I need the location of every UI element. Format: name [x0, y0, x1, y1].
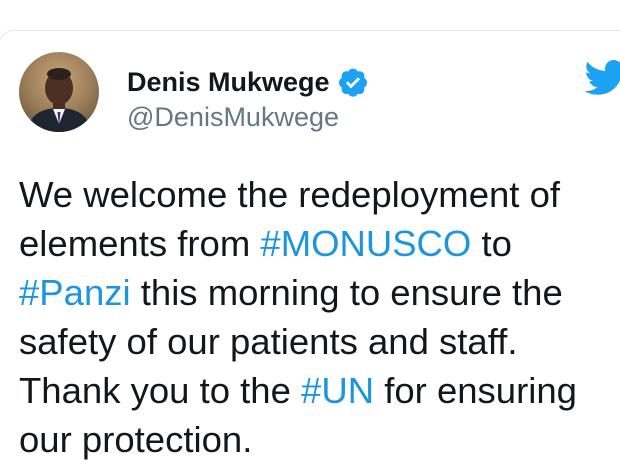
tweet-text-segment: our protection. [19, 419, 253, 460]
tweet-line: #Panzi this morning to ensure the [19, 268, 619, 317]
author-name-row: Denis Mukwege [127, 64, 369, 100]
hashtag-link-monusco[interactable]: #MONUSCO [260, 223, 471, 264]
avatar[interactable] [19, 52, 99, 132]
verified-badge-icon [337, 66, 369, 98]
hashtag-link-panzi[interactable]: #Panzi [19, 272, 131, 313]
tweet-line: safety of our patients and staff. [19, 317, 619, 366]
tweet-text-segment: We welcome the redeployment of [19, 174, 561, 215]
tweet-line: our protection. [19, 415, 619, 464]
tweet-text-segment: Thank you to the [19, 370, 302, 411]
tweet-text-segment: this morning to ensure the [130, 272, 563, 313]
tweet-line: We welcome the redeployment of [19, 170, 619, 219]
author-handle[interactable]: @DenisMukwege [127, 102, 339, 133]
tweet-text-segment: safety of our patients and staff. [19, 321, 518, 362]
tweet-text-segment: to [471, 223, 512, 264]
tweet-text-segment: for ensuring [374, 370, 577, 411]
author-name[interactable]: Denis Mukwege [127, 67, 330, 98]
tweet-text: We welcome the redeployment of elements … [19, 170, 619, 464]
hashtag-link-un[interactable]: #UN [301, 370, 374, 411]
twitter-bird-icon[interactable] [584, 60, 620, 96]
tweet-line: Thank you to the #UN for ensuring [19, 366, 619, 415]
tweet-line: elements from #MONUSCO to [19, 219, 619, 268]
tweet-text-segment: elements from [19, 223, 261, 264]
